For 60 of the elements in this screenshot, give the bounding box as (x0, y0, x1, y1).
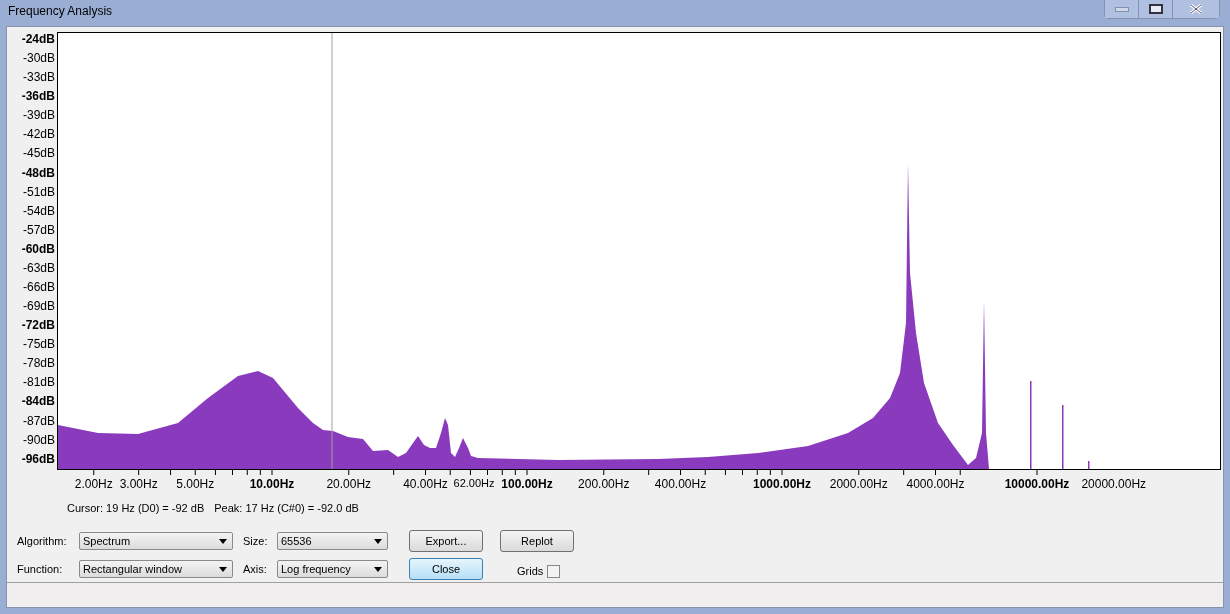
y-axis-label: -75dB (22, 338, 55, 351)
x-axis-label: 4000.00Hz (906, 477, 965, 491)
dialog-button[interactable]: Replot (500, 530, 574, 552)
cursor-readout: Cursor: 19 Hz (D0) = -92 dB (67, 502, 205, 516)
y-axis-label: -30dB (22, 52, 55, 65)
y-axis-label: -48dB (21, 166, 55, 179)
y-axis-label: -24dB (21, 33, 55, 45)
caret-icon (219, 538, 227, 544)
x-axis-label: 5.00Hz (176, 477, 215, 491)
y-axis-label: -96dB (21, 452, 55, 465)
y-axis-label: -39dB (22, 109, 55, 122)
close-icon (1190, 4, 1202, 14)
peak-readout: Peak: 17 Hz (C#0) = -92.0 dB (214, 502, 359, 516)
x-axis-label: 10.00Hz (249, 477, 295, 491)
dropdown[interactable]: Log frequency (277, 560, 388, 578)
y-axis-label: -60dB (21, 242, 55, 255)
x-axis-label: 3.00Hz (119, 477, 158, 491)
y-axis-label: -90dB (22, 433, 55, 446)
field-label: Size: (243, 535, 269, 547)
dropdown[interactable]: Spectrum (79, 532, 233, 550)
x-axis-label: 2.00Hz (74, 477, 113, 491)
y-axis-label: -81dB (22, 376, 55, 389)
y-axis-label: -78dB (22, 357, 55, 370)
window-title: Frequency Analysis (7, 3, 113, 18)
dropdown[interactable]: 65536 (277, 532, 388, 550)
maximize-button[interactable] (1139, 0, 1173, 18)
caret-icon (219, 566, 227, 572)
x-axis-label: 2000.00Hz (829, 477, 888, 491)
x-axis-label: 62.00Hz (453, 477, 495, 489)
y-axis-label: -66dB (22, 281, 55, 293)
y-axis-label: -42dB (22, 128, 55, 141)
y-axis-label: -57dB (22, 223, 55, 236)
y-axis-label: -33dB (22, 71, 55, 84)
x-axis-label: 40.00Hz (403, 477, 448, 491)
dialog-button[interactable]: Export... (409, 530, 483, 552)
x-axis-label: 100.00Hz (501, 477, 553, 491)
x-axis-label: 20000.00Hz (1081, 477, 1147, 491)
field-label: Axis: (243, 563, 268, 575)
x-axis-label: 400.00Hz (654, 477, 707, 491)
x-axis-label: 10000.00Hz (1004, 477, 1070, 491)
caret-icon (374, 538, 382, 544)
y-axis-label: -36dB (21, 90, 55, 103)
x-axis-label: 200.00Hz (578, 477, 630, 491)
y-axis-label: -69dB (22, 300, 55, 313)
grids-label: Grids (517, 565, 544, 577)
y-axis-label: -54dB (22, 204, 55, 217)
caret-icon (374, 566, 382, 572)
y-axis-label: -87dB (22, 414, 55, 427)
grids-checkbox[interactable] (547, 564, 561, 578)
dialog-button[interactable]: Close (409, 558, 483, 580)
y-axis-label: -51dB (22, 185, 55, 198)
y-axis-label: -45dB (22, 147, 55, 160)
y-axis-label: -63dB (22, 261, 55, 274)
x-axis-label: 20.00Hz (326, 477, 372, 491)
dropdown[interactable]: Rectangular window (79, 560, 233, 578)
x-axis-label: 1000.00Hz (753, 477, 811, 491)
field-label: Algorithm: (17, 535, 68, 547)
y-axis-label: -84dB (21, 395, 55, 408)
y-axis-label: -72dB (21, 319, 55, 332)
field-label: Function: (17, 563, 64, 575)
